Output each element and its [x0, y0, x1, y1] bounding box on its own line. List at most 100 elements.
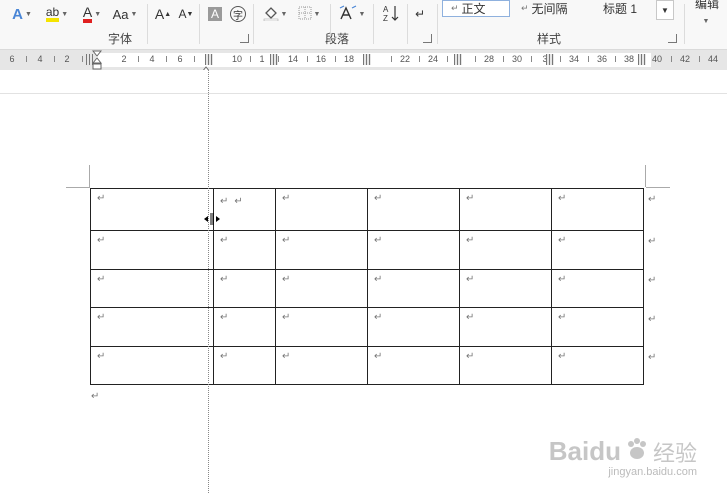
style-no-spacing-label: 无间隔 [531, 2, 568, 16]
style-heading-1[interactable]: 标题 1 [594, 0, 654, 17]
table-cell[interactable]: ↵ [275, 307, 368, 347]
table-cell[interactable]: ↵ [459, 230, 552, 270]
table-cell[interactable]: ↵ [275, 188, 368, 231]
highlight-icon: ab [45, 6, 60, 22]
table-cell[interactable]: ↵ [551, 307, 644, 347]
styles-more-button[interactable]: ▼ [656, 0, 674, 20]
ruler-tick [531, 56, 532, 62]
enclose-characters-icon: 字 [230, 6, 246, 22]
shrink-font-button[interactable]: A ▼ [178, 3, 194, 25]
ruler-column-marker[interactable] [638, 54, 646, 65]
ruler-label: 2 [121, 54, 127, 64]
table-cell[interactable]: ↵ [367, 230, 460, 270]
table-cell[interactable]: ↵ [459, 346, 552, 385]
horizontal-ruler[interactable]: 6 4 2 2 4 6 10 1 14 16 18 22 24 28 30 3 34 36 38 40 42 44 [0, 50, 727, 73]
cell-paragraph-mark: ↵ [220, 312, 229, 323]
cell-paragraph-mark: ↵ [558, 274, 567, 285]
ruler-column-marker[interactable] [363, 54, 371, 65]
styles-dialog-launcher[interactable] [668, 34, 677, 43]
crop-mark [66, 187, 90, 188]
page-top-edge [0, 93, 727, 94]
cell-paragraph-mark: ↵ [374, 351, 383, 362]
sort-button[interactable]: AZ [380, 3, 402, 25]
style-no-spacing[interactable]: ↵ 无间隔 [512, 0, 584, 17]
paragraph-dialog-launcher[interactable] [423, 34, 432, 43]
highlight-color-button[interactable]: ab ▼ [42, 3, 72, 25]
ruler-tick [335, 56, 336, 62]
font-dialog-launcher[interactable] [240, 34, 249, 43]
cell-paragraph-mark: ↵ [234, 196, 243, 207]
ruler-column-marker[interactable] [546, 54, 554, 65]
ruler-label: 14 [287, 54, 299, 64]
font-color-icon: A [82, 5, 93, 23]
separator [199, 4, 200, 44]
resize-cursor-icon [204, 212, 220, 230]
table-cell[interactable]: ↵ [213, 346, 276, 385]
grow-font-button[interactable]: A ▲ [155, 3, 171, 25]
table-cell[interactable]: ↵ [90, 346, 214, 385]
table-cell[interactable]: ↵ [551, 188, 644, 231]
table-cell[interactable]: ↵ [275, 269, 368, 308]
table-cell[interactable]: ↵ ↵ [213, 188, 276, 231]
cell-paragraph-mark: ↵ [282, 351, 291, 362]
editing-chevron-icon: ▼ [702, 17, 710, 25]
cell-paragraph-mark: ↵ [220, 274, 229, 285]
character-shading-icon: A [207, 7, 222, 21]
asian-layout-button[interactable]: ▼ [337, 3, 367, 25]
table-cell[interactable]: ↵ [551, 269, 644, 308]
table-cell[interactable]: ↵ [551, 230, 644, 270]
chevron-down-icon: ▼ [130, 10, 138, 18]
show-marks-button[interactable]: ↵ [410, 3, 430, 25]
table-cell[interactable]: ↵ [367, 269, 460, 308]
borders-button[interactable]: ▼ [294, 3, 324, 25]
cell-paragraph-mark: ↵ [374, 193, 383, 204]
character-shading-button[interactable]: A [206, 3, 224, 25]
cell-paragraph-mark: ↵ [97, 312, 106, 323]
table-cell[interactable]: ↵ [459, 188, 552, 231]
ruler-column-marker[interactable] [454, 54, 462, 65]
table-cell[interactable]: ↵ [367, 188, 460, 231]
font-color-button[interactable]: A ▼ [78, 3, 106, 25]
ruler-label: 34 [568, 54, 580, 64]
end-of-row-mark: ↵ [648, 352, 657, 363]
enclose-characters-button[interactable]: 字 [229, 3, 247, 25]
word-table[interactable]: ↵ ↵ ↵ ↵ ↵ ↵ ↵ ↵ ↵ ↵ ↵ ↵ ↵ ↵ ↵ ↵ ↵ ↵ ↵ ↵ ↵ ↵ ↵ ↵ ↵ ↵ ↵ ↵ ↵ ↵ ↵ [90, 188, 644, 385]
crop-mark [645, 165, 646, 187]
paragraph-mark-icon: ↵ [414, 7, 426, 21]
cell-paragraph-mark: ↵ [558, 351, 567, 362]
separator [684, 4, 685, 44]
table-cell[interactable]: ↵ [213, 230, 276, 270]
ruler-tick [615, 56, 616, 62]
cell-paragraph-mark: ↵ [558, 235, 567, 246]
table-cell[interactable]: ↵ [551, 346, 644, 385]
table-cell[interactable]: ↵ [213, 307, 276, 347]
table-cell[interactable]: ↵ [90, 269, 214, 308]
ruler-label: 18 [343, 54, 355, 64]
table-cell[interactable]: ↵ [90, 188, 214, 231]
table-cell[interactable]: ↵ [459, 307, 552, 347]
change-case-button[interactable]: Aa ▼ [110, 3, 140, 25]
style-normal[interactable]: ↵ 正文 [442, 0, 510, 17]
ruler-tick [560, 56, 561, 62]
ruler-label: 24 [427, 54, 439, 64]
cell-paragraph-mark: ↵ [466, 351, 475, 362]
ruler-label: 22 [399, 54, 411, 64]
table-cell[interactable]: ↵ [275, 230, 368, 270]
text-effects-button[interactable]: A ▼ [8, 3, 36, 25]
ruler-label: 42 [679, 54, 691, 64]
table-cell[interactable]: ↵ [367, 346, 460, 385]
cell-paragraph-mark: ↵ [282, 312, 291, 323]
table-cell[interactable]: ↵ [213, 269, 276, 308]
separator [253, 4, 254, 44]
table-cell[interactable]: ↵ [90, 230, 214, 270]
end-of-row-mark: ↵ [648, 236, 657, 247]
table-cell[interactable]: ↵ [459, 269, 552, 308]
table-cell[interactable]: ↵ [90, 307, 214, 347]
ruler-column-marker[interactable] [270, 54, 278, 65]
table-cell[interactable]: ↵ [275, 346, 368, 385]
cell-paragraph-mark: ↵ [282, 274, 291, 285]
shading-button[interactable]: ▼ [260, 3, 290, 25]
chevron-down-icon: ▼ [358, 10, 366, 18]
table-cell[interactable]: ↵ [367, 307, 460, 347]
styles-group-label: 样式 [537, 32, 562, 46]
